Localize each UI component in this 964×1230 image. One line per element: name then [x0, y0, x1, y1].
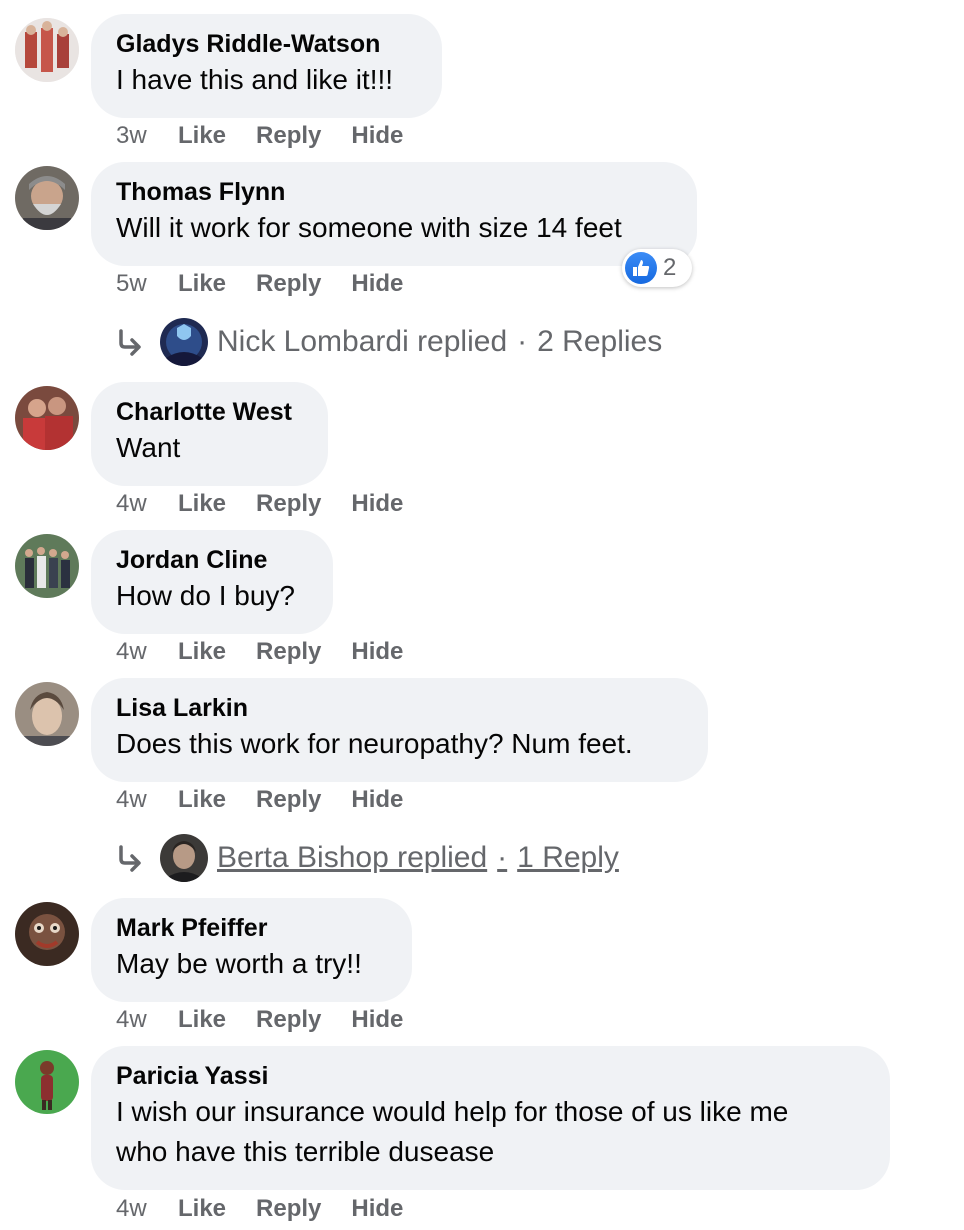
comment-text: Does this work for neuropathy? Num feet.	[116, 728, 633, 759]
view-replies-link[interactable]: Nick Lombardi replied · 2 Replies	[116, 318, 662, 366]
like-button[interactable]: Like	[178, 489, 226, 519]
replied-text[interactable]: Nick Lombardi replied	[217, 325, 507, 359]
avatar[interactable]	[15, 18, 79, 82]
view-replies-link[interactable]: Berta Bishop replied · 1 Reply	[116, 834, 619, 882]
commenter-name[interactable]: Jordan Cline	[116, 544, 308, 576]
reply-button[interactable]: Reply	[256, 785, 321, 815]
hide-button[interactable]: Hide	[351, 1005, 403, 1035]
commenter-name[interactable]: Thomas Flynn	[116, 176, 672, 208]
avatar[interactable]	[15, 166, 79, 230]
thumbs-up-icon	[625, 252, 657, 284]
avatar[interactable]	[15, 1050, 79, 1114]
avatar[interactable]	[15, 534, 79, 598]
reply-arrow-icon	[119, 329, 141, 356]
commenter-name[interactable]: Gladys Riddle-Watson	[116, 28, 417, 60]
comment-time[interactable]: 4w	[116, 785, 178, 815]
comment-text: Will it work for someone with size 14 fe…	[116, 212, 622, 243]
reply-count[interactable]: 1 Reply	[517, 841, 619, 875]
comment-actions: 4w Like Reply Hide	[116, 637, 433, 667]
comment-time[interactable]: 4w	[116, 1005, 178, 1035]
separator-dot: ·	[497, 841, 508, 874]
comment-text: I wish our insurance would help for thos…	[116, 1096, 789, 1127]
avatar	[160, 834, 208, 882]
commenter-name[interactable]: Paricia Yassi	[116, 1060, 865, 1092]
reply-button[interactable]: Reply	[256, 1194, 321, 1224]
comment-actions: 4w Like Reply Hide	[116, 785, 433, 815]
like-button[interactable]: Like	[178, 1194, 226, 1224]
replied-text[interactable]: Berta Bishop replied	[217, 841, 487, 875]
like-button[interactable]: Like	[178, 121, 226, 151]
commenter-name[interactable]: Charlotte West	[116, 396, 303, 428]
like-button[interactable]: Like	[178, 637, 226, 667]
comment-bubble[interactable]: Thomas Flynn Will it work for someone wi…	[91, 162, 697, 266]
avatar	[160, 318, 208, 366]
hide-button[interactable]: Hide	[351, 489, 403, 519]
comment-text: How do I buy?	[116, 580, 295, 611]
comment-text: who have this terrible dusease	[116, 1136, 495, 1167]
reply-button[interactable]: Reply	[256, 269, 321, 299]
reply-button[interactable]: Reply	[256, 489, 321, 519]
like-button[interactable]: Like	[178, 785, 226, 815]
reaction-badge[interactable]: 2	[622, 249, 692, 287]
reaction-count: 2	[663, 254, 677, 281]
comment-text: May be worth a try!!	[116, 948, 362, 979]
comment-bubble[interactable]: Gladys Riddle-Watson I have this and lik…	[91, 14, 442, 118]
avatar[interactable]	[15, 386, 79, 450]
comment-bubble[interactable]: Jordan Cline How do I buy?	[91, 530, 333, 634]
hide-button[interactable]: Hide	[351, 121, 403, 151]
comment-bubble[interactable]: Mark Pfeiffer May be worth a try!!	[91, 898, 412, 1002]
commenter-name[interactable]: Mark Pfeiffer	[116, 912, 387, 944]
avatar[interactable]	[15, 902, 79, 966]
comment-actions: 4w Like Reply Hide	[116, 1194, 433, 1224]
comment-time[interactable]: 3w	[116, 121, 178, 151]
hide-button[interactable]: Hide	[351, 785, 403, 815]
comment-bubble[interactable]: Lisa Larkin Does this work for neuropath…	[91, 678, 708, 782]
hide-button[interactable]: Hide	[351, 269, 403, 299]
reply-button[interactable]: Reply	[256, 1005, 321, 1035]
reply-count[interactable]: 2 Replies	[537, 325, 662, 359]
comment-bubble[interactable]: Charlotte West Want	[91, 382, 328, 486]
comment-actions: 4w Like Reply Hide	[116, 1005, 433, 1035]
reply-button[interactable]: Reply	[256, 121, 321, 151]
avatar[interactable]	[15, 682, 79, 746]
reply-arrow-icon	[119, 845, 141, 872]
comment-actions: 5w Like Reply Hide	[116, 269, 433, 299]
comment-actions: 3w Like Reply Hide	[116, 121, 433, 151]
reply-button[interactable]: Reply	[256, 637, 321, 667]
separator-dot: ·	[517, 325, 528, 358]
commenter-name[interactable]: Lisa Larkin	[116, 692, 683, 724]
comment-time[interactable]: 4w	[116, 637, 178, 667]
comment-bubble[interactable]: Paricia Yassi I wish our insurance would…	[91, 1046, 890, 1190]
hide-button[interactable]: Hide	[351, 637, 403, 667]
like-button[interactable]: Like	[178, 269, 226, 299]
like-button[interactable]: Like	[178, 1005, 226, 1035]
comment-time[interactable]: 5w	[116, 269, 178, 299]
comment-text: I have this and like it!!!	[116, 64, 394, 95]
comment-time[interactable]: 4w	[116, 1194, 178, 1224]
comment-text: Want	[116, 432, 181, 463]
hide-button[interactable]: Hide	[351, 1194, 403, 1224]
comment-actions: 4w Like Reply Hide	[116, 489, 433, 519]
comment-time[interactable]: 4w	[116, 489, 178, 519]
